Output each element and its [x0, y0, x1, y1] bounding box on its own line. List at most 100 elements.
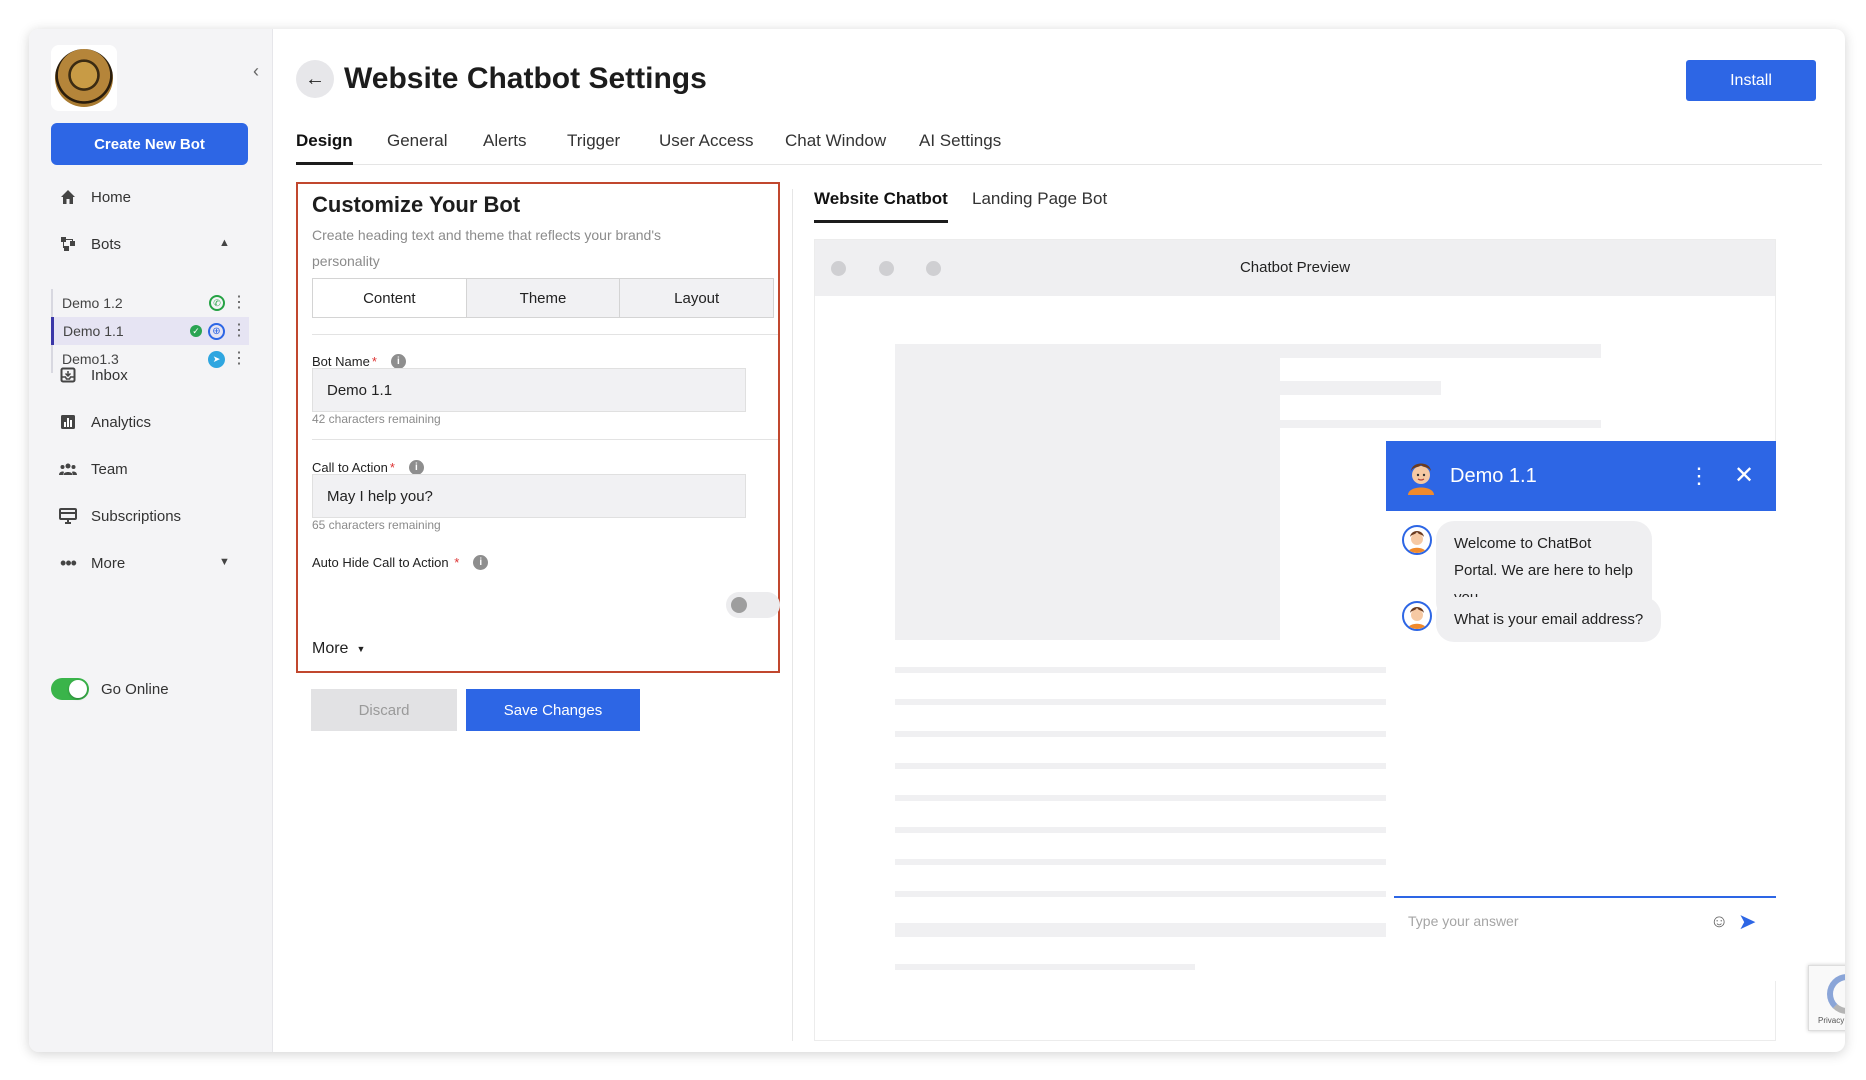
app-window: ‹ Create New Bot Home Bots ▲ Demo 1.2 ✆ … — [29, 29, 1845, 1052]
segment-layout[interactable]: Layout — [619, 279, 774, 317]
install-button[interactable]: Install — [1686, 60, 1816, 101]
collapse-sidebar-icon[interactable]: ‹ — [253, 61, 259, 82]
bot-options-icon[interactable]: ⋮ — [231, 295, 247, 311]
placeholder-line — [895, 923, 1392, 937]
nav-more[interactable]: ••• More — [57, 548, 125, 578]
preview-tabs: Website Chatbot Landing Page Bot — [814, 185, 1774, 223]
tab-ai-settings[interactable]: AI Settings — [919, 125, 1001, 165]
message-avatar-icon — [1402, 525, 1432, 555]
call-to-action-hint: 65 characters remaining — [312, 518, 441, 532]
nav-home[interactable]: Home — [57, 182, 131, 212]
whatsapp-icon: ✆ — [209, 295, 225, 311]
bots-collapse-caret-icon[interactable]: ▲ — [219, 237, 230, 249]
info-icon[interactable]: i — [408, 460, 424, 475]
bot-name-hint: 42 characters remaining — [312, 412, 441, 426]
discard-button[interactable]: Discard — [311, 689, 457, 731]
tab-design[interactable]: Design — [296, 125, 353, 165]
main-content: ← Website Chatbot Settings Install Desig… — [274, 29, 1845, 1052]
call-to-action-input[interactable] — [312, 474, 746, 518]
recaptcha-badge[interactable]: Privacy - Terms — [1808, 965, 1845, 1031]
required-marker: * — [450, 555, 460, 570]
nav-subscriptions[interactable]: Subscriptions — [57, 501, 181, 531]
chat-header: Demo 1.1 ⋮ ✕ — [1386, 441, 1776, 511]
tab-alerts[interactable]: Alerts — [483, 125, 526, 165]
inbox-icon — [57, 364, 79, 386]
settings-tabs: Design General Alerts Trigger User Acces… — [296, 125, 1822, 165]
bot-options-icon[interactable]: ⋮ — [231, 351, 247, 367]
arrow-left-icon: ← — [305, 67, 325, 90]
more-expand-caret-icon[interactable]: ▼ — [219, 556, 230, 568]
analytics-icon — [57, 411, 79, 433]
tab-trigger[interactable]: Trigger — [567, 125, 620, 165]
team-icon — [57, 458, 79, 480]
nav-inbox[interactable]: Inbox — [57, 360, 128, 390]
tab-general[interactable]: General — [387, 125, 447, 165]
logo-emblem-icon — [55, 49, 113, 107]
tab-user-access[interactable]: User Access — [659, 125, 753, 165]
nav-analytics[interactable]: Analytics — [57, 407, 151, 437]
bot-name-label-text: Bot Name — [312, 354, 370, 369]
tab-landing-page-bot[interactable]: Landing Page Bot — [972, 185, 1107, 223]
bots-icon — [57, 233, 79, 255]
recaptcha-text[interactable]: Privacy - Terms — [1809, 1016, 1845, 1025]
vertical-divider — [792, 189, 793, 1041]
required-marker: * — [389, 460, 395, 475]
divider — [312, 334, 778, 335]
chat-menu-icon[interactable]: ⋮ — [1688, 441, 1710, 511]
segment-theme[interactable]: Theme — [465, 279, 620, 317]
nav-analytics-label: Analytics — [91, 413, 152, 431]
close-icon[interactable]: ✕ — [1734, 441, 1754, 511]
placeholder-line — [1280, 381, 1441, 395]
nav-more-label: More — [91, 554, 126, 572]
auto-hide-cta-toggle[interactable] — [726, 592, 780, 618]
bot-options-icon[interactable]: ⋮ — [231, 323, 247, 339]
brand-logo[interactable] — [51, 45, 117, 111]
nav-home-label: Home — [91, 188, 132, 206]
customize-bot-panel: Customize Your Bot Create heading text a… — [296, 182, 780, 673]
placeholder-line — [895, 964, 1195, 970]
auto-hide-cta-label: Auto Hide Call to Action * i — [312, 555, 489, 570]
panel-description: Create heading text and theme that refle… — [312, 227, 661, 269]
nav-team[interactable]: Team — [57, 454, 128, 484]
go-online-toggle[interactable] — [51, 678, 89, 700]
placeholder-line — [895, 891, 1392, 897]
nav-bots[interactable]: Bots — [57, 229, 121, 259]
save-changes-button[interactable]: Save Changes — [466, 689, 640, 731]
bot-item-demo-1-1[interactable]: Demo 1.1 ✓ ⊕ ⋮ — [51, 317, 249, 345]
preview-title: Chatbot Preview — [1239, 259, 1351, 276]
subscriptions-icon — [57, 505, 79, 527]
placeholder-line — [1280, 420, 1601, 428]
message-avatar-icon — [1402, 601, 1432, 631]
chat-answer-input[interactable]: Type your answer — [1408, 913, 1519, 929]
info-icon[interactable]: i — [473, 555, 489, 570]
chat-message-email: What is your email address? — [1436, 597, 1662, 642]
bot-item-demo-1-2[interactable]: Demo 1.2 ✆ ⋮ — [53, 289, 249, 317]
more-options-toggle[interactable]: More ▼ — [312, 640, 365, 658]
create-new-bot-button[interactable]: Create New Bot — [51, 123, 248, 165]
recaptcha-icon — [1827, 974, 1845, 1014]
send-icon[interactable]: ➤ — [1738, 909, 1756, 935]
placeholder-line — [895, 795, 1392, 801]
tab-website-chatbot[interactable]: Website Chatbot — [814, 185, 948, 223]
bot-item-label: Demo 1.1 — [63, 323, 124, 339]
telegram-icon: ➤ — [208, 350, 225, 368]
chat-input-underline — [1394, 896, 1776, 898]
page-title: Website Chatbot Settings — [344, 62, 707, 95]
tab-chat-window[interactable]: Chat Window — [785, 125, 886, 165]
required-marker: * — [371, 354, 377, 369]
segment-content[interactable]: Content — [313, 279, 466, 317]
panel-title: Customize Your Bot — [312, 192, 521, 217]
emoji-icon[interactable]: ☺ — [1710, 911, 1728, 932]
preview-titlebar: Chatbot Preview — [815, 240, 1775, 296]
more-dots-icon: ••• — [60, 552, 77, 573]
back-button[interactable]: ← — [296, 60, 334, 98]
placeholder-line — [895, 731, 1392, 737]
auto-hide-label-text: Auto Hide Call to Action — [312, 555, 449, 570]
bot-name-label: Bot Name * i — [312, 354, 406, 369]
placeholder-line — [895, 859, 1392, 865]
caret-down-icon: ▼ — [356, 644, 366, 654]
info-icon[interactable]: i — [390, 354, 406, 369]
chat-bot-name: Demo 1.1 — [1450, 465, 1537, 487]
cta-label-text: Call to Action — [312, 460, 388, 475]
bot-name-input[interactable] — [312, 368, 746, 412]
